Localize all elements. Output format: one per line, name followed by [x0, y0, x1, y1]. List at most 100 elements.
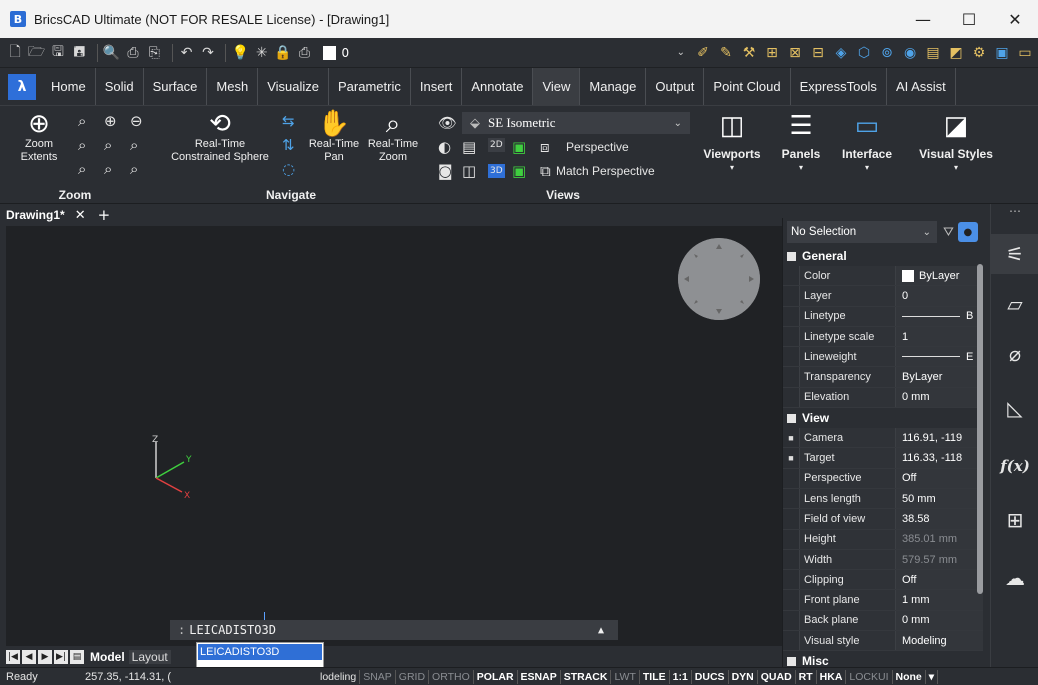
visual-styles-button[interactable]: ◪ Visual Styles ▾ [908, 110, 1004, 174]
undo-icon[interactable]: ↶ [177, 43, 195, 63]
property-value[interactable]: 385.01 mm [895, 529, 983, 549]
next-layout-icon[interactable]: ▶ [38, 650, 52, 664]
zoom-out-icon[interactable]: ⊖ [130, 112, 143, 130]
zoom-in-icon[interactable]: ⊕ [104, 112, 117, 130]
property-row-lineweight[interactable]: Lineweight E [783, 347, 983, 368]
document-tab-drawing1[interactable]: Drawing1* [0, 208, 65, 222]
category-general[interactable]: General [783, 246, 983, 266]
tab-home[interactable]: Home [42, 68, 96, 105]
property-row-perspective[interactable]: Perspective Off [783, 468, 983, 489]
property-value[interactable]: 116.91, -119 [895, 428, 983, 448]
view-cube-toggle-icon[interactable]: ⬡ [854, 43, 874, 63]
status-toggle-lwt[interactable]: LWT [611, 670, 640, 684]
property-row-lens-length[interactable]: Lens length 50 mm [783, 488, 983, 510]
tab-solid[interactable]: Solid [96, 68, 144, 105]
save-icon[interactable]: 🖫 [49, 43, 67, 63]
autocomplete-item[interactable]: LEICADISTO3D [198, 644, 322, 660]
property-row-width[interactable]: Width 579.57 mm [783, 549, 983, 571]
status-dropdown-icon[interactable]: ▾ [926, 670, 939, 684]
view-manager-icon[interactable]: ▤ [462, 138, 476, 156]
layout-icon[interactable]: ▤ [923, 43, 943, 63]
match-perspective-label[interactable]: Match Perspective [556, 164, 655, 178]
zoom-extents-button[interactable]: ⊕ Zoom Extents [14, 108, 64, 164]
property-value[interactable]: E [895, 347, 983, 367]
publish-icon[interactable]: ⎘ [145, 43, 163, 63]
tab-output[interactable]: Output [646, 68, 705, 105]
tab-visualize[interactable]: Visualize [258, 68, 330, 105]
property-row-height[interactable]: Height 385.01 mm [783, 529, 983, 550]
continuous-orbit-icon[interactable]: ◌ [282, 160, 295, 178]
status-toggle-tile[interactable]: TILE [640, 670, 670, 684]
status-toggle-grid[interactable]: GRID [396, 670, 430, 684]
match-perspective-icon[interactable]: ⧉ [540, 162, 551, 180]
add-tab-icon[interactable]: + [98, 206, 111, 224]
print-preview-icon[interactable]: 🔍 [102, 43, 120, 63]
layer-filter-icon[interactable]: ⊞ [762, 43, 782, 63]
property-row-transparency[interactable]: Transparency ByLayer [783, 367, 983, 388]
eye-icon[interactable]: 👁 [438, 114, 457, 132]
layer-on-icon[interactable]: 💡 [231, 43, 249, 63]
layout-list-icon[interactable]: ▤ [70, 650, 84, 664]
model-tab[interactable]: Model [90, 650, 125, 664]
property-row-layer[interactable]: Layer 0 [783, 286, 983, 307]
viewport-green-icon-2[interactable]: ▣ [512, 162, 526, 180]
property-value[interactable]: 116.33, -118 [895, 448, 983, 468]
tab-parametric[interactable]: Parametric [329, 68, 411, 105]
realtime-zoom-button[interactable]: ⌕ Real-Time Zoom [364, 108, 422, 164]
property-row-back-plane[interactable]: Back plane 0 mm [783, 610, 983, 632]
command-line-input[interactable]: LEICADISTO3D [189, 623, 276, 637]
layer-lock-icon[interactable]: 🔒 [274, 43, 292, 63]
command-line[interactable]: : LEICADISTO3D ▲ [170, 620, 618, 640]
tab-annotate[interactable]: Annotate [462, 68, 534, 105]
prev-layout-icon[interactable]: ◀ [22, 650, 36, 664]
materials-icon[interactable]: ◉ [900, 43, 920, 63]
first-layout-icon[interactable]: |◀ [6, 650, 20, 664]
property-value[interactable]: 1 mm [895, 590, 983, 610]
property-value[interactable]: 38.58 [895, 509, 983, 529]
select-objects-icon[interactable]: ● [957, 222, 978, 242]
property-row-front-plane[interactable]: Front plane 1 mm [783, 590, 983, 611]
parameters-panel-icon[interactable]: f(x) [991, 446, 1038, 486]
panel-toggle-icon[interactable]: ▣ [992, 43, 1012, 63]
quick-properties-icon[interactable]: ✎ [716, 43, 736, 63]
properties-panel-icon[interactable]: ⚟ [991, 234, 1038, 274]
property-value[interactable]: Off [895, 468, 983, 488]
property-value[interactable]: Off [895, 570, 983, 590]
maximize-button[interactable]: ☐ [946, 0, 992, 38]
status-toggle-hka[interactable]: HKA [817, 670, 847, 684]
properties-scrollbar[interactable] [977, 264, 983, 594]
property-row-visual-style[interactable]: Visual style Modeling [783, 631, 983, 652]
zoom-scale-icon[interactable]: ⌕ [78, 160, 86, 178]
quick-select-filter-icon[interactable]: ⛛ [943, 225, 954, 240]
layer-isolate-icon[interactable]: ⊠ [785, 43, 805, 63]
realtime-pan-button[interactable]: ✋ Real-Time Pan [306, 108, 362, 164]
view-3d-button[interactable]: 3D [488, 164, 505, 178]
render-icon[interactable]: ⊚ [877, 43, 897, 63]
layer-freeze-icon[interactable]: ✳ [253, 43, 271, 63]
zoom-window-icon[interactable]: ⌕ [78, 112, 86, 130]
property-value[interactable]: Modeling [895, 631, 983, 651]
property-value[interactable]: ByLayer [895, 367, 983, 387]
perspective-label[interactable]: Perspective [566, 140, 629, 154]
layers-panel-icon[interactable]: ▱ [991, 284, 1038, 324]
perspective-icon[interactable]: ⧈ [540, 138, 550, 156]
named-view-dropdown[interactable]: ⬙ SE Isometric ⌄ [462, 112, 690, 134]
property-row-target[interactable]: ■ Target 116.33, -118 [783, 448, 983, 469]
viewports-button[interactable]: ◫ Viewports ▾ [698, 110, 766, 174]
close-button[interactable]: ✕ [992, 0, 1038, 38]
redo-icon[interactable]: ↷ [199, 43, 217, 63]
property-row-field-of-view[interactable]: Field of view 38.58 [783, 509, 983, 530]
zoom-all-icon[interactable]: ⌕ [130, 136, 138, 154]
status-toggle-quad[interactable]: QUAD [758, 670, 796, 684]
minimize-button[interactable]: — [900, 0, 946, 38]
property-row-camera[interactable]: ■ Camera 116.91, -119 [783, 428, 983, 449]
panels-button[interactable]: ☰ Panels ▾ [776, 110, 826, 174]
view-cube-widget[interactable] [678, 238, 760, 320]
property-row-color[interactable]: Color ByLayer [783, 266, 983, 287]
property-row-linetype-scale[interactable]: Linetype scale 1 [783, 326, 983, 348]
drawing-explorer-icon[interactable]: ◩ [946, 43, 966, 63]
zoom-realtime-icon[interactable]: ⌕ [104, 136, 112, 154]
status-toggle-snap[interactable]: SNAP [360, 670, 396, 684]
tab-manage[interactable]: Manage [580, 68, 647, 105]
camera-eye-icon[interactable]: ◐ [438, 138, 451, 156]
